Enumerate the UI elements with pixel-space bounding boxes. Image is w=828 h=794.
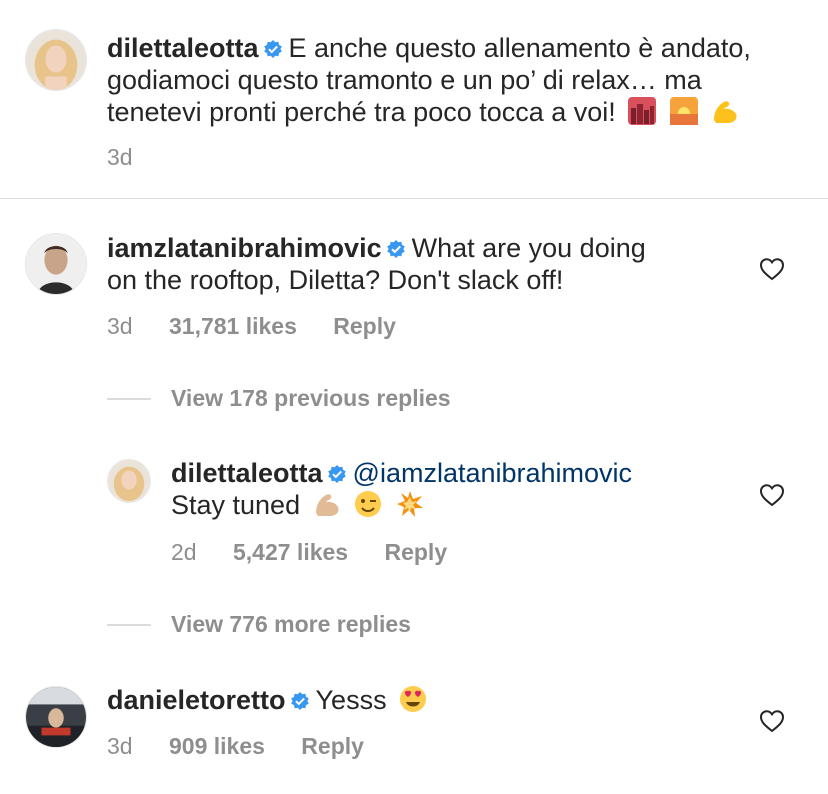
reply-reply-button[interactable]: Reply <box>384 538 447 566</box>
reply-likes[interactable]: 5,427 likes <box>233 538 348 566</box>
city-sunset-emoji <box>627 96 657 126</box>
reply-line-1: dilettaleotta @iamzlatanibrahimovic <box>171 457 632 489</box>
avatar-image <box>26 234 86 294</box>
avatar-dilettaleotta[interactable] <box>25 29 87 91</box>
caption-line-3: tenetevi pronti perché tra poco tocca a … <box>107 96 740 128</box>
caption-time: 3d <box>107 144 133 170</box>
heart-eyes-emoji <box>398 684 428 714</box>
collision-emoji <box>395 489 425 519</box>
reply-line-2: Stay tuned <box>171 489 425 521</box>
view-more-replies-link[interactable]: View 776 more replies <box>171 610 411 638</box>
like-heart-icon[interactable] <box>759 483 785 507</box>
avatar-image <box>26 30 86 90</box>
comment-text-1: What are you doing <box>411 233 646 263</box>
caption-text-1: E anche questo allenamento è andato, <box>288 33 751 63</box>
sunrise-emoji <box>669 96 699 126</box>
verified-badge-icon <box>263 39 283 59</box>
winking-face-emoji <box>353 489 383 519</box>
comment2-reply-button[interactable]: Reply <box>301 732 364 760</box>
view-replies-line <box>107 624 151 626</box>
caption-text-3: tenetevi pronti perché tra poco tocca a … <box>107 97 616 127</box>
caption-username[interactable]: dilettaleotta <box>107 33 259 63</box>
comment-meta: 3d 31,781 likes Reply <box>107 312 396 340</box>
comment2-meta: 3d 909 likes Reply <box>107 732 364 760</box>
comment-time: 3d <box>107 313 133 339</box>
avatar-image <box>26 687 86 747</box>
reply-username[interactable]: dilettaleotta <box>171 458 323 488</box>
comment2-username[interactable]: danieletoretto <box>107 685 286 715</box>
comment-likes[interactable]: 31,781 likes <box>169 312 297 340</box>
avatar-dilettaleotta-reply[interactable] <box>107 459 151 503</box>
reply-meta: 2d 5,427 likes Reply <box>171 538 447 566</box>
avatar-iamzlatanibrahimovic[interactable] <box>25 233 87 295</box>
caption-line-1: dilettaleotta E anche questo allenamento … <box>107 32 751 64</box>
verified-badge-icon <box>290 691 310 711</box>
comment-username[interactable]: iamzlatanibrahimovic <box>107 233 382 263</box>
flexed-biceps-emoji <box>710 96 740 126</box>
like-heart-icon[interactable] <box>759 257 785 281</box>
verified-badge-icon <box>386 239 406 259</box>
caption-divider <box>0 198 828 199</box>
caption-line-2: godiamoci questo tramonto e un po’ di re… <box>107 65 702 95</box>
view-previous-replies-link[interactable]: View 178 previous replies <box>171 384 451 412</box>
reply-mention-link[interactable]: @iamzlatanibrahimovic <box>353 458 633 488</box>
comment-reply-button[interactable]: Reply <box>333 312 396 340</box>
comment-line-2: on the rooftop, Diletta? Don't slack off… <box>107 265 564 295</box>
like-heart-icon[interactable] <box>759 709 785 733</box>
comment2-likes[interactable]: 909 likes <box>169 732 265 760</box>
verified-badge-icon <box>327 464 347 484</box>
avatar-image <box>108 460 150 502</box>
view-replies-line <box>107 398 151 400</box>
comment2-line-1: danieletoretto Yesss <box>107 684 428 716</box>
flexed-biceps-emoji <box>312 489 342 519</box>
comment2-text: Yesss <box>315 685 387 715</box>
comment-line-1: iamzlatanibrahimovic What are you doing <box>107 232 646 264</box>
reply-time: 2d <box>171 539 197 565</box>
reply-text: Stay tuned <box>171 490 301 520</box>
comment2-time: 3d <box>107 733 133 759</box>
avatar-danieletoretto[interactable] <box>25 686 87 748</box>
